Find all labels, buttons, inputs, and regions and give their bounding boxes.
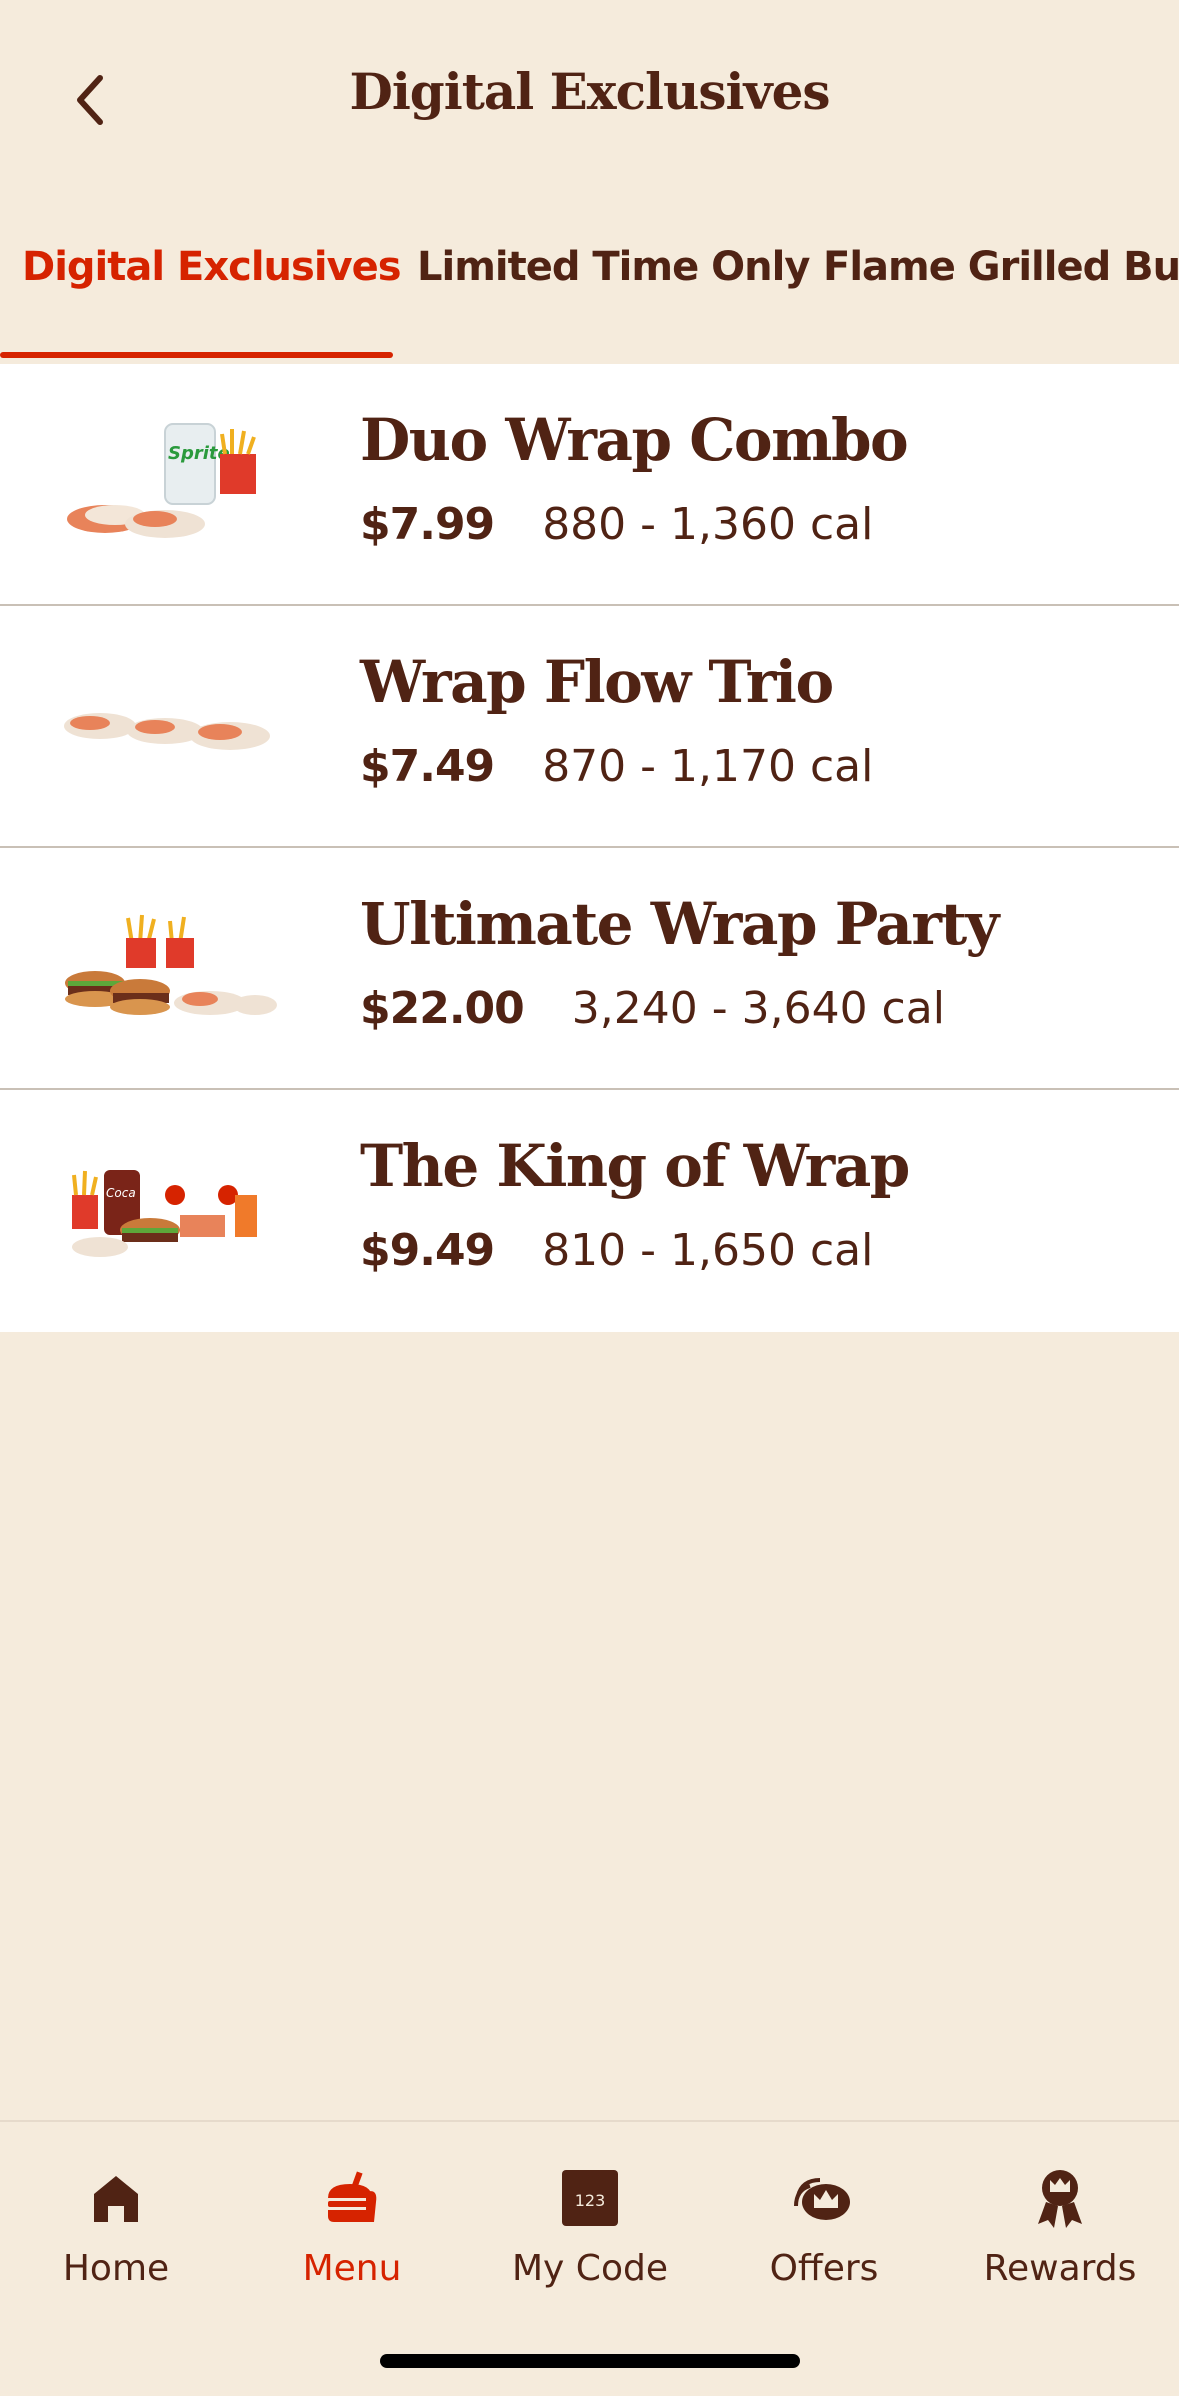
nav-rewards[interactable]: Rewards — [960, 2142, 1160, 2292]
menu-item-wrap-flow-trio[interactable]: Wrap Flow Trio $7.49 870 - 1,170 cal — [0, 606, 1179, 848]
item-price: $7.99 — [360, 499, 495, 550]
nav-label: Menu — [302, 2248, 402, 2289]
active-tab-indicator — [0, 352, 393, 358]
item-name: Wrap Flow Trio — [360, 648, 834, 716]
item-meta: $7.99 880 - 1,360 cal — [360, 499, 873, 550]
menu-item-ultimate-wrap-party[interactable]: Ultimate Wrap Party $22.00 3,240 - 3,640… — [0, 848, 1179, 1090]
menu-item-king-of-wrap[interactable]: Coca The King of Wrap $9.49 810 - 1,650 … — [0, 1090, 1179, 1332]
nav-label: Home — [62, 2248, 170, 2289]
offers-crown-icon — [794, 2178, 850, 2220]
item-calories: 3,240 - 3,640 cal — [571, 983, 945, 1034]
chevron-left-icon — [77, 75, 103, 125]
code-icon: 123 — [562, 2170, 618, 2226]
nav-label: Offers — [769, 2248, 879, 2289]
item-meta: $22.00 3,240 - 3,640 cal — [360, 983, 945, 1034]
item-name: Duo Wrap Combo — [360, 406, 909, 474]
king-of-wrap-image: Coca — [72, 1170, 257, 1257]
svg-text:123: 123 — [575, 2191, 606, 2210]
tab-digital-exclusives[interactable]: Digital Exclusives — [22, 220, 402, 358]
menu-item-duo-wrap-combo[interactable]: Sprite Duo Wrap Combo $7.99 880 - 1,360 … — [0, 364, 1179, 606]
item-name: Ultimate Wrap Party — [360, 890, 999, 958]
nav-menu[interactable]: Menu — [252, 2142, 452, 2292]
ultimate-wrap-party-image — [65, 914, 277, 1015]
item-price: $22.00 — [360, 983, 525, 1034]
item-name: The King of Wrap — [360, 1132, 910, 1200]
tab-flame-grilled-burgers[interactable]: Flame Grilled Burg — [823, 220, 1179, 358]
item-calories: 870 - 1,170 cal — [542, 741, 874, 792]
wrap-flow-trio-image — [64, 713, 270, 750]
page-title: Digital Exclusives — [349, 61, 830, 121]
nav-label: My Code — [512, 2248, 668, 2289]
back-button[interactable] — [50, 60, 130, 140]
home-icon — [94, 2176, 138, 2222]
nav-my-code[interactable]: 123 My Code — [490, 2142, 690, 2292]
duo-wrap-combo-image: Sprite — [67, 423, 256, 538]
item-price: $9.49 — [360, 1225, 495, 1276]
item-calories: 880 - 1,360 cal — [542, 499, 874, 550]
menu-burger-icon — [328, 2171, 377, 2222]
menu-item-list: Sprite Duo Wrap Combo $7.99 880 - 1,360 … — [0, 364, 1179, 1332]
item-meta: $7.49 870 - 1,170 cal — [360, 741, 873, 792]
nav-home[interactable]: Home — [16, 2142, 216, 2292]
item-calories: 810 - 1,650 cal — [542, 1225, 874, 1276]
home-indicator[interactable] — [380, 2354, 800, 2368]
item-meta: $9.49 810 - 1,650 cal — [360, 1225, 873, 1276]
rewards-ribbon-icon — [1038, 2170, 1082, 2228]
tab-limited-time-only[interactable]: Limited Time Only — [417, 220, 810, 358]
nav-label: Rewards — [983, 2248, 1137, 2289]
item-price: $7.49 — [360, 741, 495, 792]
svg-text:Coca: Coca — [106, 1186, 136, 1200]
category-tabs: Digital Exclusives Limited Time Only Fla… — [0, 220, 1179, 360]
nav-offers[interactable]: Offers — [724, 2142, 924, 2292]
header: Digital Exclusives — [0, 0, 1179, 180]
